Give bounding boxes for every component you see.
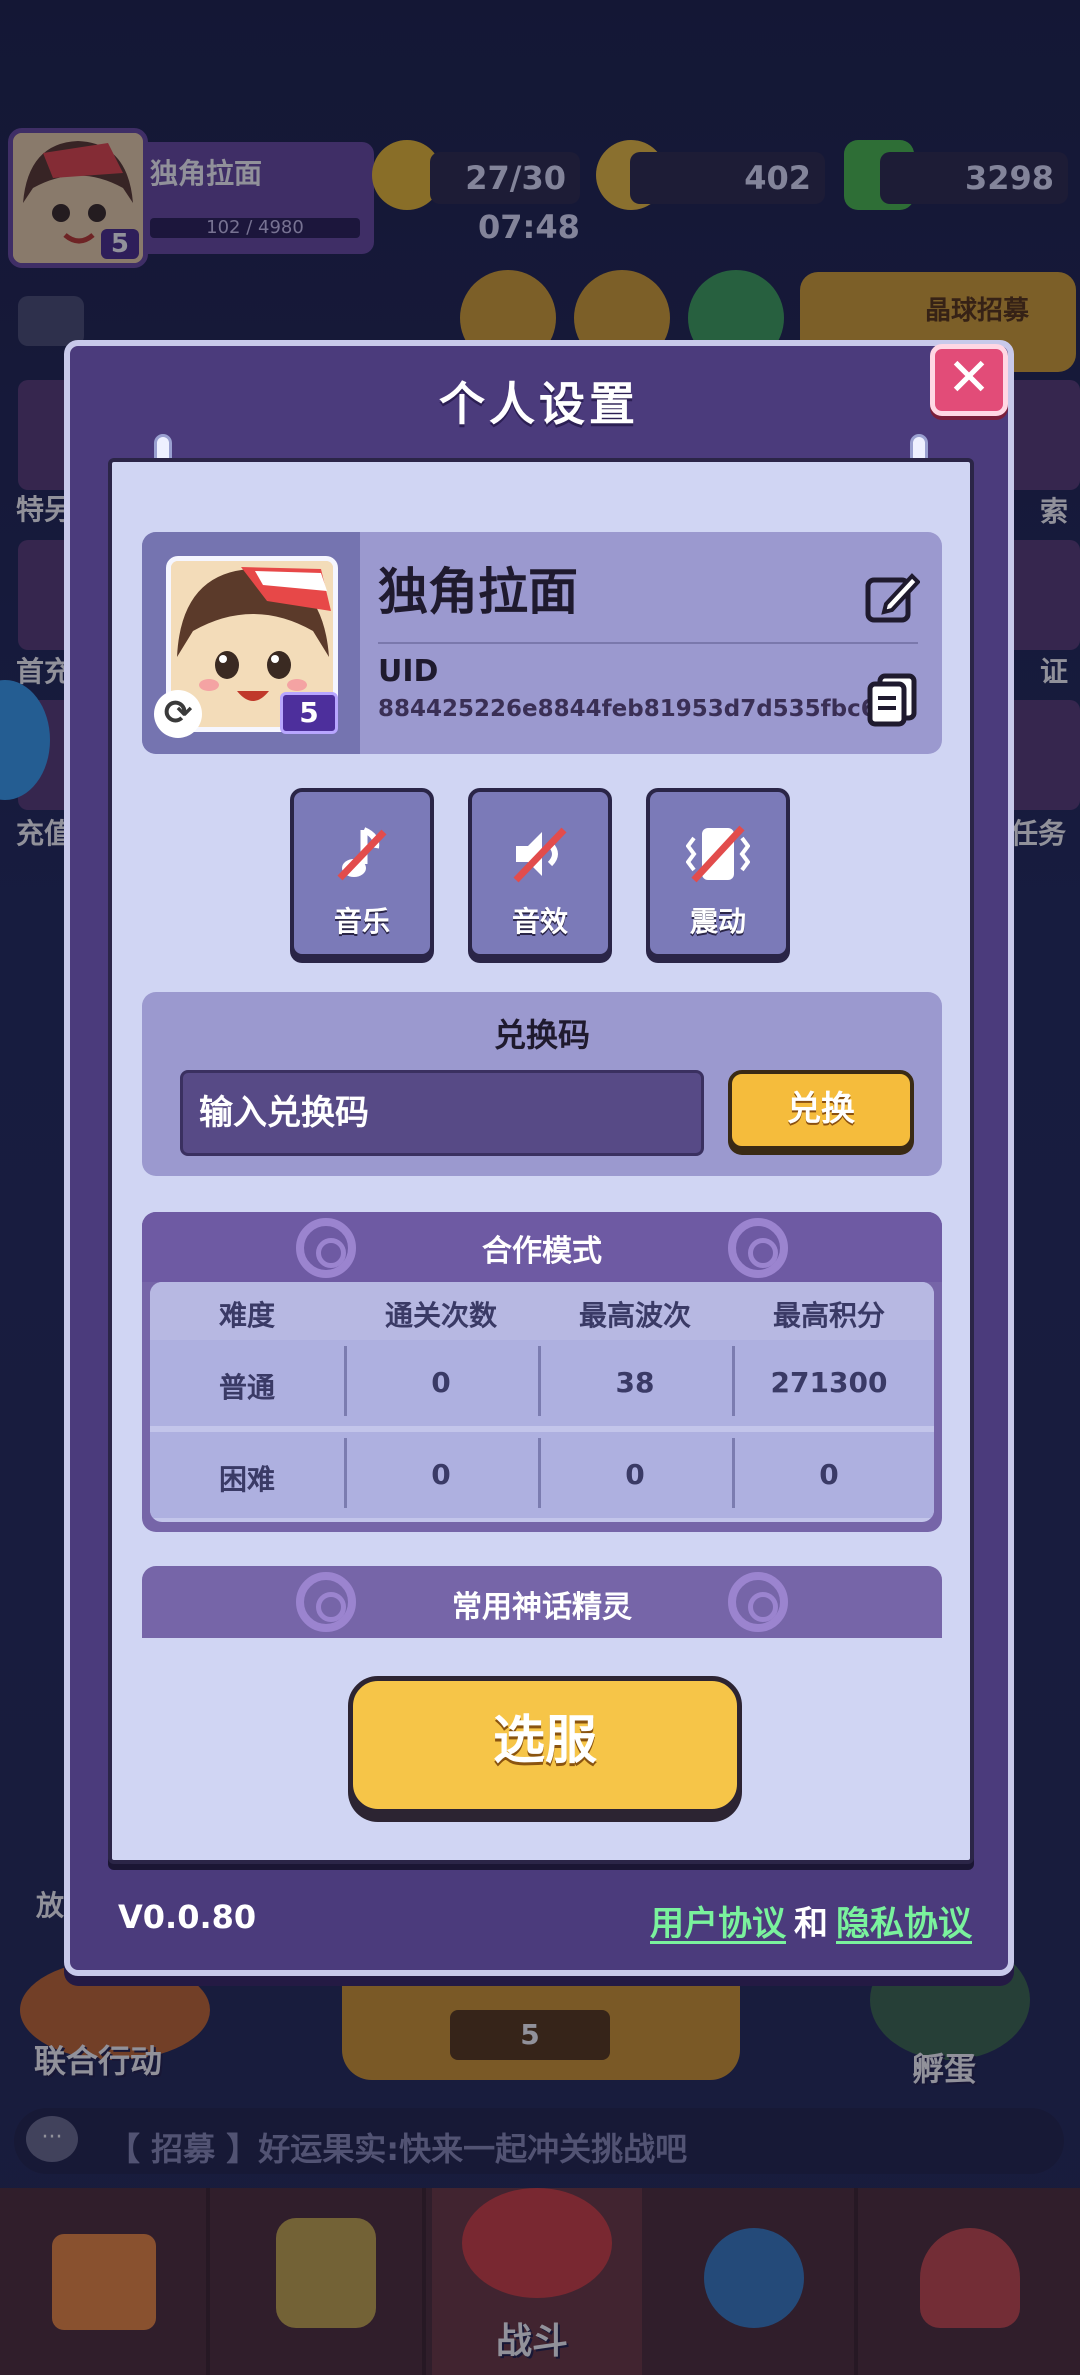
vibration-off-icon (686, 825, 750, 883)
user-agreement-link[interactable]: 用户协议 (650, 1904, 786, 1944)
change-avatar-icon[interactable]: ⟳ (154, 690, 202, 738)
cell-difficulty: 普通 (218, 1371, 275, 1404)
uid-value: 884425226e8844feb81953d7d535fbc6 (378, 696, 877, 722)
personal-settings-dialog: 个人设置 ⟳ 5 独角拉面 UID 884425226e8844feb81953… (64, 340, 1014, 1976)
header-max-wave: 最高波次 (578, 1299, 691, 1332)
agreements: 用户协议和隐私协议 (650, 1896, 972, 1945)
edit-name-icon[interactable] (864, 570, 920, 626)
profile-name: 独角拉面 (378, 563, 578, 621)
sound-effect-toggle[interactable]: 音效 (468, 788, 612, 958)
mythic-spirits-panel: 常用神话精灵 (142, 1566, 942, 1638)
cell-max-wave: 0 (625, 1458, 645, 1491)
table-header-row: 难度 通关次数 最高波次 最高积分 (150, 1282, 934, 1340)
music-note-muted-icon (337, 827, 387, 881)
table-divider (732, 1438, 735, 1508)
table-divider (732, 1346, 735, 1416)
table-divider (344, 1438, 347, 1508)
dialog-title: 个人设置 (439, 377, 639, 431)
sound-effect-toggle-label: 音效 (511, 905, 568, 938)
mythic-title: 常用神话精灵 (452, 1590, 632, 1625)
speaker-muted-icon (513, 827, 567, 883)
privacy-agreement-link[interactable]: 隐私协议 (836, 1904, 972, 1944)
table-row: 普通 0 38 271300 (150, 1340, 934, 1426)
uid-label: UID (378, 654, 439, 689)
close-button[interactable]: ✕ (930, 344, 1008, 416)
version-label: V0.0.80 (118, 1898, 257, 1936)
redeem-title: 兑换码 (493, 1016, 590, 1054)
cell-clears: 0 (431, 1458, 451, 1491)
agreement-and: 和 (794, 1904, 828, 1944)
vibration-toggle[interactable]: 震动 (646, 788, 790, 958)
cell-max-wave: 38 (615, 1366, 655, 1399)
header-difficulty: 难度 (218, 1299, 275, 1332)
table-row: 困难 0 0 0 (150, 1432, 934, 1518)
coop-header: 合作模式 (142, 1212, 942, 1282)
settings-paper: ⟳ 5 独角拉面 UID 884425226e8844feb81953d7d53… (108, 458, 974, 1864)
cell-clears: 0 (431, 1366, 451, 1399)
redeem-code-section: 兑换码 兑换 (142, 992, 942, 1176)
cell-difficulty: 困难 (218, 1463, 275, 1496)
cell-max-score: 271300 (770, 1366, 888, 1399)
header-clears: 通关次数 (384, 1299, 497, 1332)
music-toggle[interactable]: 音乐 (290, 788, 434, 958)
select-server-button[interactable]: 选服 (348, 1676, 742, 1814)
vibration-toggle-label: 震动 (689, 905, 746, 938)
coop-stats-table: 难度 通关次数 最高波次 最高积分 普通 0 38 271300 困难 0 0 … (150, 1282, 934, 1522)
cell-max-score: 0 (819, 1458, 839, 1491)
table-divider (538, 1438, 541, 1508)
redeem-button[interactable]: 兑换 (728, 1070, 914, 1150)
coop-title: 合作模式 (482, 1234, 602, 1269)
profile-divider (378, 642, 918, 644)
redeem-code-input[interactable] (180, 1070, 704, 1156)
table-divider (344, 1346, 347, 1416)
coop-mode-panel: 合作模式 难度 通关次数 最高波次 最高积分 普通 0 38 271300 困难 (142, 1212, 942, 1532)
table-divider (538, 1346, 541, 1416)
music-toggle-label: 音乐 (333, 905, 390, 938)
header-max-score: 最高积分 (772, 1299, 885, 1332)
profile-card: ⟳ 5 独角拉面 UID 884425226e8844feb81953d7d53… (142, 532, 942, 754)
copy-uid-icon[interactable] (866, 672, 918, 728)
profile-level-badge: 5 (280, 692, 338, 734)
